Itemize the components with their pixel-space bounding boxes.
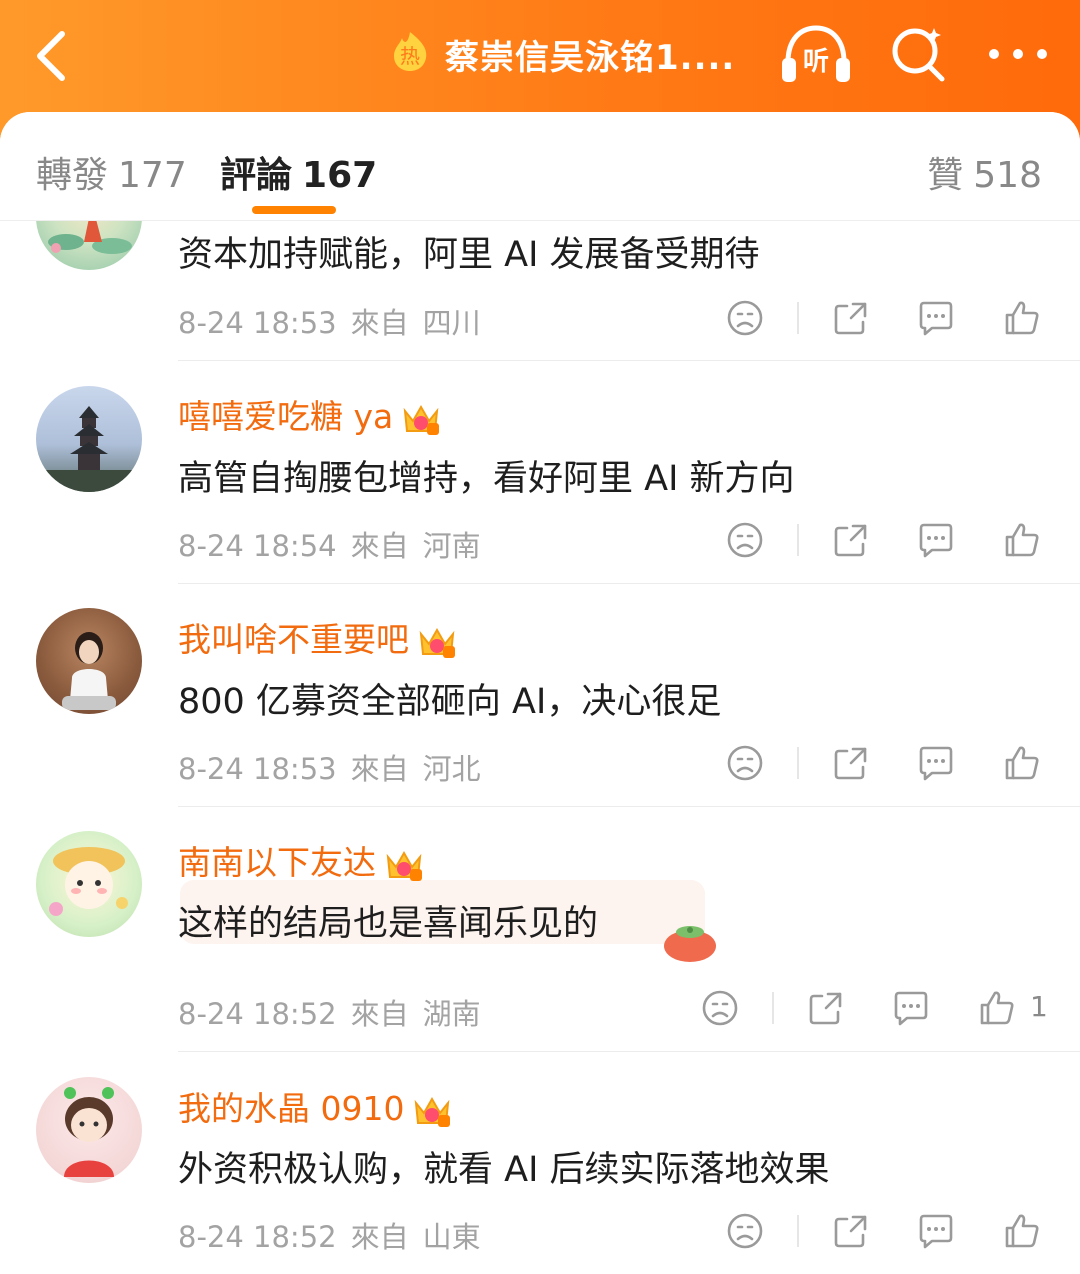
- divider: [178, 583, 1080, 584]
- tab-comment-count: 167: [302, 155, 378, 196]
- action-separator: [797, 302, 799, 334]
- comment-text: 这样的结局也是喜闻乐见的: [178, 904, 599, 944]
- tab-active-indicator: [252, 206, 336, 214]
- avatar-cartoon: [49, 847, 128, 916]
- crown-badge-icon: [386, 850, 422, 881]
- dislike-icon[interactable]: [700, 988, 740, 1028]
- tab-repost-label: 轉發: [36, 155, 109, 196]
- chevron-left-icon[interactable]: [28, 26, 88, 86]
- avatar[interactable]: [36, 386, 142, 492]
- comment-username[interactable]: 我叫啥不重要吧: [178, 613, 457, 661]
- crown-badge-icon: [419, 627, 455, 658]
- action-separator: [797, 1215, 799, 1247]
- comment-text: 外资积极认购，就看 AI 后续实际落地效果: [178, 1150, 830, 1190]
- comment-username[interactable]: 嘻嘻爱吃糖 ya: [178, 390, 441, 438]
- crown-badge-icon: [403, 404, 440, 435]
- comment-icon[interactable]: [916, 520, 956, 560]
- dislike-icon[interactable]: [725, 520, 765, 560]
- tab-bar: 轉發 177 評論 167 贊 518: [0, 112, 1080, 221]
- avatar[interactable]: [36, 831, 142, 937]
- like-icon[interactable]: [977, 988, 1017, 1028]
- action-separator: [797, 747, 799, 779]
- avatar-pagoda: [36, 406, 142, 492]
- action-separator: [772, 992, 774, 1024]
- avatar-girl: [64, 1087, 114, 1177]
- share-icon[interactable]: [806, 988, 846, 1028]
- avatar[interactable]: [36, 1077, 142, 1183]
- page-title[interactable]: 蔡崇信吴泳铭1....: [445, 30, 735, 79]
- dislike-icon[interactable]: [725, 298, 765, 338]
- divider: [178, 806, 1080, 807]
- comment-text: 高管自掏腰包增持，看好阿里 AI 新方向: [178, 459, 795, 499]
- like-icon[interactable]: [1002, 1211, 1042, 1251]
- comment-actions: [0, 520, 1080, 564]
- tab-like-label: 贊: [927, 155, 964, 196]
- comment-icon[interactable]: [916, 1211, 956, 1251]
- more-dots-icon[interactable]: [988, 48, 1048, 60]
- username-text: 嘻嘻爱吃糖 ya: [178, 397, 394, 436]
- avatar-person: [62, 632, 116, 710]
- share-icon[interactable]: [831, 520, 871, 560]
- username-text: 南南以下友达: [178, 843, 376, 882]
- like-icon[interactable]: [1002, 743, 1042, 783]
- dislike-icon[interactable]: [725, 1211, 765, 1251]
- username-text: 我的水晶 0910: [178, 1089, 405, 1128]
- tab-comment-label: 評論: [220, 155, 293, 196]
- comment-icon[interactable]: [916, 743, 956, 783]
- comment-text: 800 亿募资全部砸向 AI，决心很足: [178, 682, 722, 722]
- persimmon-sticker-icon: [664, 926, 716, 962]
- share-icon[interactable]: [831, 1211, 871, 1251]
- share-icon[interactable]: [831, 743, 871, 783]
- comment-username[interactable]: 南南以下友达: [178, 836, 424, 884]
- comment-actions: 1: [0, 988, 1080, 1032]
- comment-icon[interactable]: [891, 988, 931, 1028]
- comment-actions: [0, 1211, 1080, 1255]
- divider: [178, 360, 1080, 361]
- username-text: 我叫啥不重要吧: [178, 620, 409, 659]
- hot-badge-text: 热: [400, 44, 420, 68]
- comment-username[interactable]: 我的水晶 0910: [178, 1082, 452, 1130]
- listen-label: 听: [803, 47, 829, 77]
- dislike-icon[interactable]: [725, 743, 765, 783]
- action-separator: [797, 524, 799, 556]
- like-count: 1: [1030, 990, 1048, 1023]
- avatar[interactable]: [36, 608, 142, 714]
- comment-text: 资本加持赋能，阿里 AI 发展备受期待: [178, 235, 760, 275]
- comment-actions: [0, 743, 1080, 787]
- like-icon[interactable]: [1002, 520, 1042, 560]
- divider: [178, 1051, 1080, 1052]
- crown-badge-icon: [415, 1096, 451, 1127]
- comment-icon[interactable]: [916, 298, 956, 338]
- tab-comment[interactable]: 評論 167: [220, 146, 377, 198]
- headphones-listen-icon[interactable]: 听: [780, 22, 852, 86]
- like-icon[interactable]: [1002, 298, 1042, 338]
- tab-repost[interactable]: 轉發 177: [36, 146, 187, 198]
- hot-badge-icon: 热: [394, 32, 427, 71]
- tab-like-count: 518: [973, 155, 1042, 196]
- tab-repost-count: 177: [118, 155, 187, 196]
- comment-actions: [0, 298, 1080, 342]
- search-icon[interactable]: [888, 22, 950, 84]
- share-icon[interactable]: [831, 298, 871, 338]
- tab-like[interactable]: 贊 518: [927, 146, 1042, 198]
